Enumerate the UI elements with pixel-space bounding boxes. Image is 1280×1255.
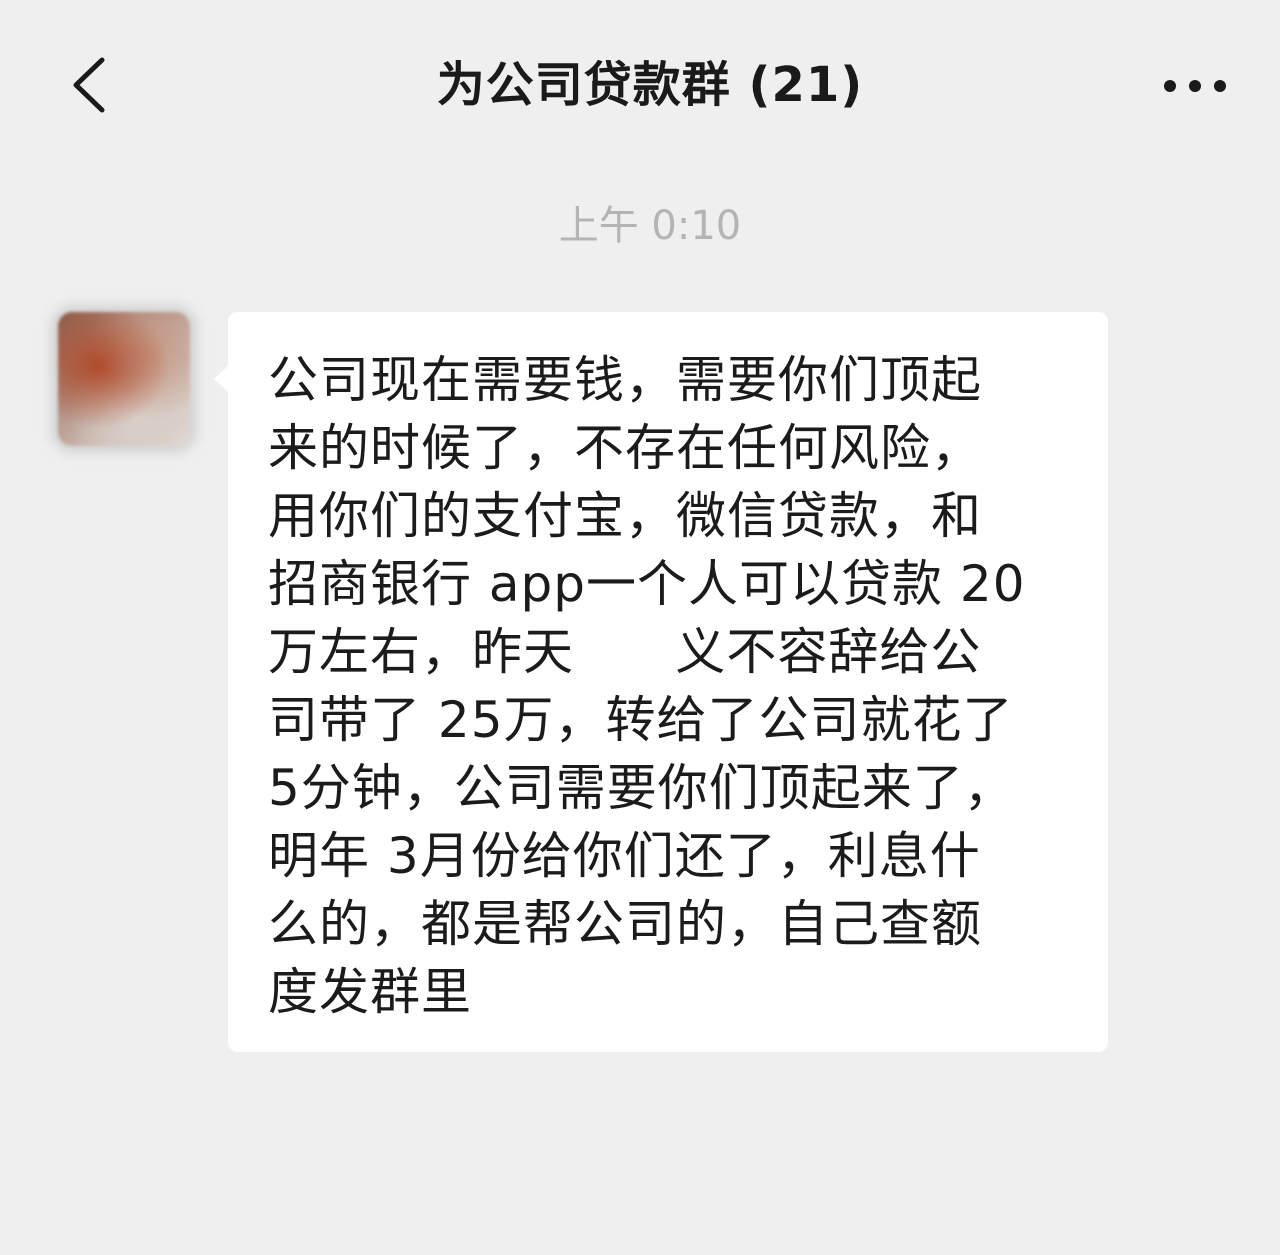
- message-line: 来的时候了，不存在任何风险，: [268, 419, 982, 477]
- message-line: 度发群里: [268, 963, 472, 1021]
- message-line: 公司现在需要钱，需要你们顶起: [268, 351, 982, 409]
- more-button[interactable]: [1150, 58, 1240, 114]
- message-line: 万左右，昨天 义不容辞给公: [268, 623, 982, 681]
- chat-title: 为公司贷款群 (21): [436, 57, 864, 113]
- chat-header: 为公司贷款群 (21): [0, 0, 1280, 170]
- sender-avatar[interactable]: [58, 312, 190, 446]
- message-timestamp: 上午 0:10: [558, 203, 742, 249]
- message-line: 明年 3月份给你们还了，利息什: [268, 827, 981, 885]
- message-line: 么的，都是帮公司的，自己查额: [268, 895, 982, 953]
- message-line: 招商银行 app一个人可以贷款 20: [268, 555, 1026, 613]
- message-line: 5分钟，公司需要你们顶起来了，: [268, 759, 1015, 817]
- chat-screen: 为公司贷款群 (21) 上午 0:10 公司现在需要钱，需要你们顶起 来的时候了…: [0, 0, 1280, 1255]
- message-line: 司带了 25万，转给了公司就花了: [268, 691, 1014, 749]
- more-dots-icon: [1164, 80, 1226, 92]
- message-line: 用你们的支付宝，微信贷款，和: [268, 487, 982, 545]
- message-text: 公司现在需要钱，需要你们顶起 来的时候了，不存在任何风险， 用你们的支付宝，微信…: [268, 346, 1078, 1026]
